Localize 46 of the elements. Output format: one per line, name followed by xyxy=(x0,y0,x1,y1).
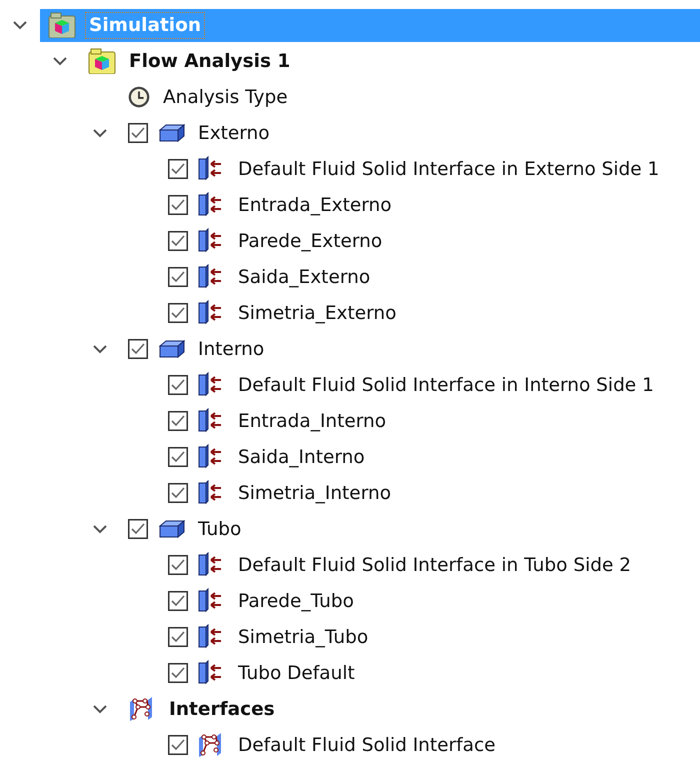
tree-item-label[interactable]: Entrada_Externo xyxy=(234,192,396,218)
tree-item-label[interactable]: Externo xyxy=(194,120,274,146)
tree-item-label[interactable]: Analysis Type xyxy=(159,84,292,110)
checkbox[interactable] xyxy=(168,267,188,287)
checkbox[interactable] xyxy=(168,483,188,503)
checkbox[interactable] xyxy=(168,195,188,215)
chevron-down-icon[interactable] xyxy=(13,20,27,30)
tree-item-label[interactable]: Interno xyxy=(194,336,268,362)
checkbox[interactable] xyxy=(168,411,188,431)
checkbox[interactable] xyxy=(168,159,188,179)
folder-cube-icon xyxy=(48,12,76,38)
tree-item-label[interactable]: Tubo xyxy=(194,516,246,542)
tree-item-label[interactable]: Saida_Interno xyxy=(234,444,369,470)
checkbox[interactable] xyxy=(168,231,188,251)
chevron-down-icon[interactable] xyxy=(53,56,67,66)
tree-item-label[interactable]: Simetria_Externo xyxy=(234,300,400,326)
tree-item-label[interactable]: Entrada_Interno xyxy=(234,408,390,434)
checkbox[interactable] xyxy=(168,591,188,611)
tree-item-label[interactable]: Default Fluid Solid Interface in Tubo Side 2 xyxy=(234,552,635,578)
tree-item-label[interactable]: Simetria_Interno xyxy=(234,480,396,506)
checkbox[interactable] xyxy=(168,447,188,467)
tree-item-label[interactable]: Parede_Tubo xyxy=(234,588,358,614)
tree-item-label[interactable]: Saida_Externo xyxy=(234,264,374,290)
checkbox[interactable] xyxy=(168,375,188,395)
checkbox[interactable] xyxy=(168,627,188,647)
checkbox[interactable] xyxy=(128,123,148,143)
chevron-down-icon[interactable] xyxy=(93,344,107,354)
chevron-down-icon[interactable] xyxy=(93,524,107,534)
tree-item-label[interactable]: Tubo Default xyxy=(234,660,359,686)
tree-item-label[interactable]: Default Fluid Solid Interface in Interno Side 1 xyxy=(234,372,658,398)
folder-cube-icon xyxy=(88,48,116,74)
checkbox[interactable] xyxy=(168,303,188,323)
tree-item-label[interactable]: Default Fluid Solid Interface xyxy=(234,732,500,758)
checkbox[interactable] xyxy=(168,555,188,575)
tree-item-label[interactable]: Simetria_Tubo xyxy=(234,624,372,650)
checkbox[interactable] xyxy=(168,663,188,683)
clock-icon xyxy=(128,86,150,108)
checkbox[interactable] xyxy=(128,339,148,359)
tree-item-label[interactable]: Default Fluid Solid Interface in Externo Side 1 xyxy=(234,156,664,182)
tree-item-label[interactable]: Flow Analysis 1 xyxy=(125,48,294,74)
tree-item-label[interactable]: Interfaces xyxy=(165,696,279,722)
tree-item-label[interactable]: Parede_Externo xyxy=(234,228,386,254)
checkbox[interactable] xyxy=(168,735,188,755)
checkbox[interactable] xyxy=(128,519,148,539)
chevron-down-icon[interactable] xyxy=(93,704,107,714)
chevron-down-icon[interactable] xyxy=(93,128,107,138)
